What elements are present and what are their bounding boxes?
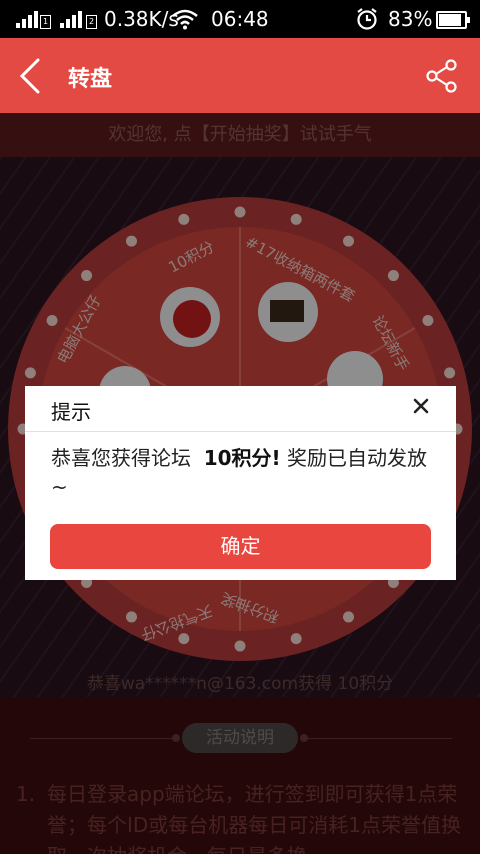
battery-icon	[436, 11, 470, 29]
share-icon[interactable]	[424, 58, 460, 94]
signal-icon	[60, 10, 82, 28]
status-bar: 1 2 0.38K/s 06:48 83%	[0, 0, 480, 38]
dialog-title: 提示	[51, 400, 91, 424]
battery-percent: 83%	[388, 7, 433, 31]
signal-icon	[16, 10, 38, 28]
prize-dialog: 提示 恭喜您获得论坛 10积分! 奖励已自动发放~ 确定	[25, 386, 456, 580]
dialog-message-prefix: 恭喜您获得论坛	[51, 446, 191, 470]
wifi-icon	[172, 9, 198, 30]
dialog-message: 恭喜您获得论坛 10积分! 奖励已自动发放~	[51, 444, 441, 502]
battery-fill	[439, 14, 462, 26]
divider	[25, 431, 456, 432]
dialog-message-prize: 10积分!	[203, 446, 281, 470]
alarm-icon	[357, 8, 377, 30]
sim1-badge: 1	[40, 15, 51, 29]
clock: 06:48	[211, 7, 269, 31]
sim2-badge: 2	[86, 15, 97, 29]
page-title: 转盘	[68, 67, 113, 92]
confirm-button[interactable]: 确定	[50, 524, 431, 569]
chevron-left-icon[interactable]	[14, 56, 44, 96]
network-speed: 0.38K/s	[104, 7, 179, 31]
close-icon[interactable]	[411, 396, 431, 416]
app-bar: 转盘	[0, 38, 480, 113]
